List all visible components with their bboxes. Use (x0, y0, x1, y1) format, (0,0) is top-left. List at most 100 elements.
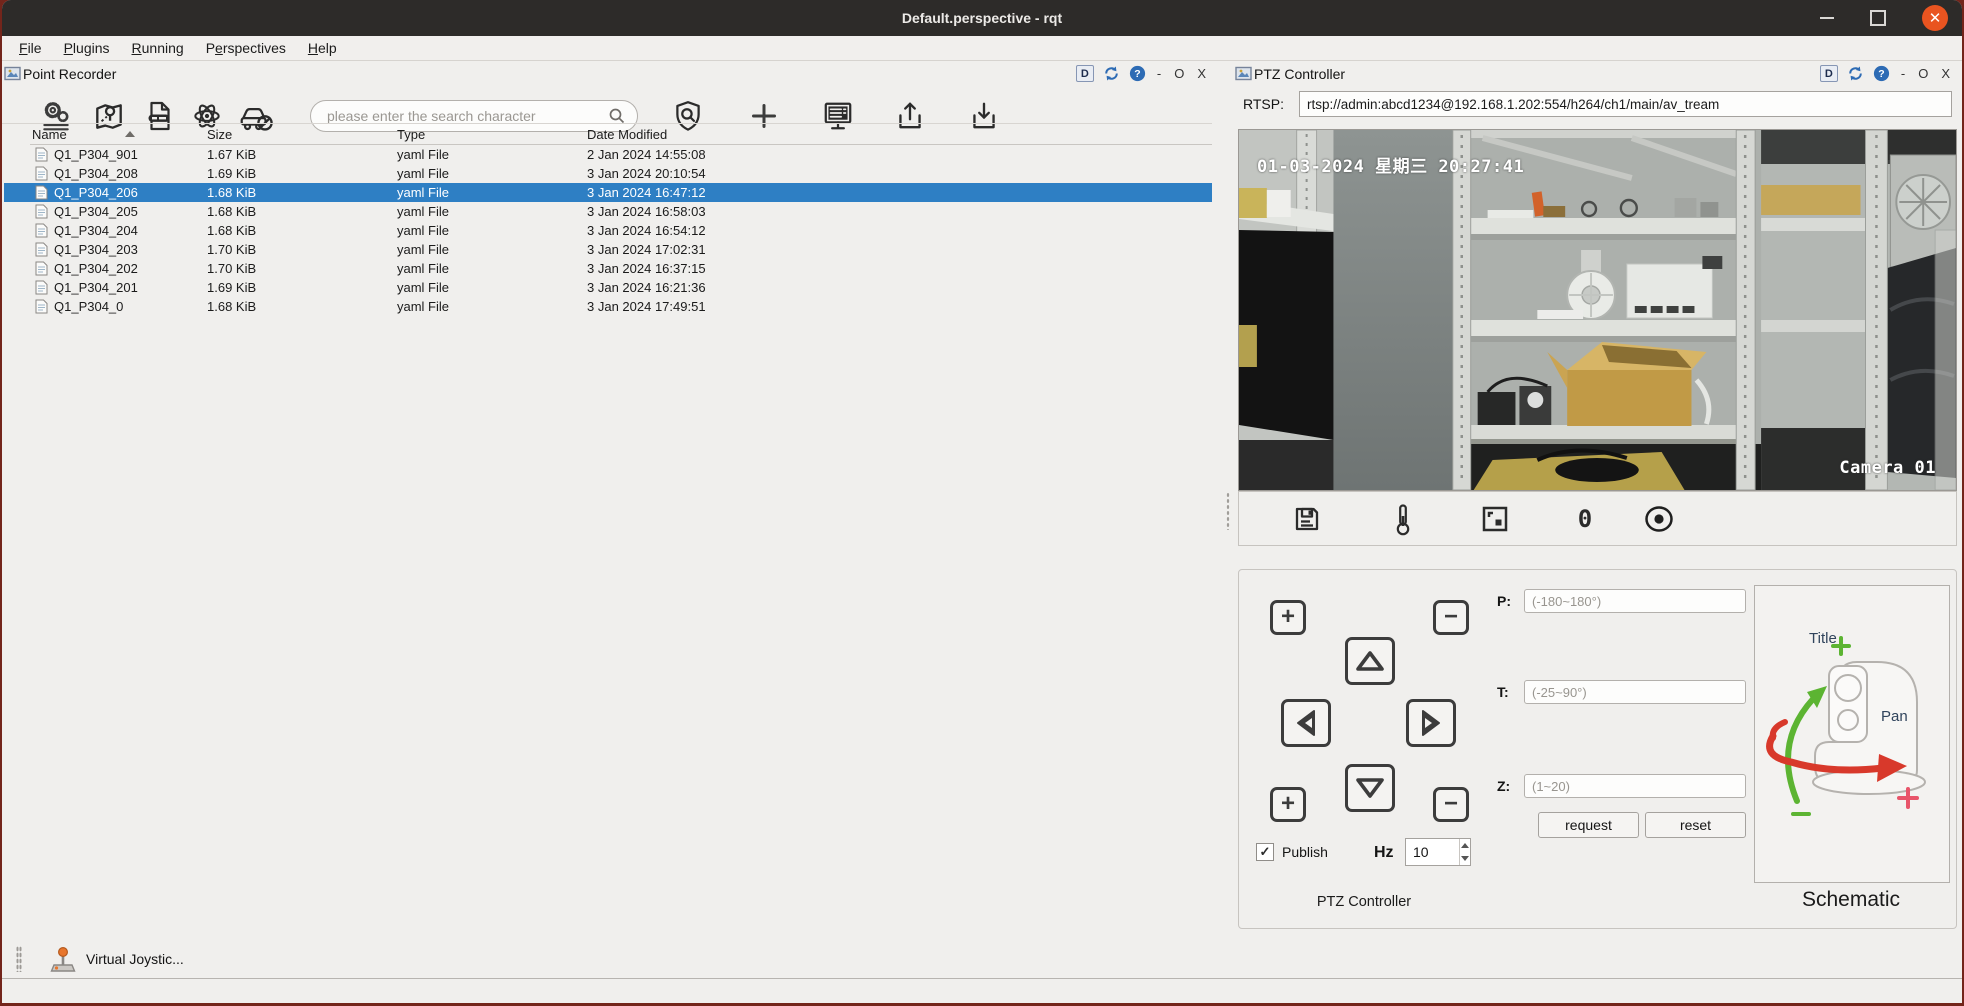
hz-spinbox[interactable] (1405, 838, 1471, 866)
table-row[interactable]: Q1_P304_203 1.70 KiB yaml File 3 Jan 202… (30, 240, 1212, 259)
publish-checkbox[interactable]: ✓ (1256, 843, 1274, 861)
group-caption: PTZ Controller (1316, 894, 1412, 910)
file-modified: 3 Jan 2024 16:54:12 (587, 223, 706, 238)
menu-item-plugins[interactable]: Plugins (53, 38, 121, 58)
save-snapshot-icon[interactable] (1287, 499, 1327, 539)
dock-minimize-button[interactable]: - (1899, 66, 1907, 81)
file-size: 1.69 KiB (207, 280, 257, 295)
menu-item-perspectives[interactable]: Perspectives (195, 38, 297, 58)
table-row[interactable]: Q1_P304_206 1.68 KiB yaml File 3 Jan 202… (30, 183, 1212, 202)
file-name: Q1_P304_204 (54, 223, 138, 238)
pan-left-button[interactable] (1281, 699, 1331, 747)
reload-icon[interactable] (1847, 65, 1864, 82)
reload-icon[interactable] (1103, 65, 1120, 82)
tilt-down-button[interactable] (1345, 764, 1395, 812)
hz-spin-up[interactable] (1460, 839, 1470, 852)
dock-d-icon[interactable]: D (1075, 65, 1094, 82)
hz-spin-down[interactable] (1460, 852, 1470, 865)
file-name: Q1_P304_205 (54, 204, 138, 219)
file-modified: 3 Jan 2024 16:58:03 (587, 204, 706, 219)
file-size: 1.70 KiB (207, 242, 257, 257)
tilt-field[interactable] (1524, 680, 1746, 704)
dock-close-button[interactable]: X (1939, 66, 1952, 81)
publish-label: Publish (1282, 844, 1328, 860)
maximize-button[interactable] (1870, 10, 1886, 26)
rqt-window: Default.perspective - rqt ✕ File Plugins R… (2, 0, 1962, 1003)
joystick-label: Virtual Joystic... (86, 951, 184, 967)
thermometer-icon[interactable] (1383, 499, 1423, 539)
menu-bar: File Plugins Running Perspectives Help (2, 36, 1962, 61)
pan-right-button[interactable] (1406, 699, 1456, 747)
rtsp-input[interactable] (1299, 91, 1952, 117)
file-size: 1.68 KiB (207, 185, 257, 200)
record-icon[interactable] (1639, 499, 1679, 539)
table-row[interactable]: Q1_P304_0 1.68 KiB yaml File 3 Jan 2024 … (30, 297, 1212, 316)
menu-item-help[interactable]: Help (297, 38, 348, 58)
svg-text:?: ? (1134, 68, 1140, 80)
table-body: Q1_P304_901 1.67 KiB yaml File 2 Jan 202… (30, 145, 1212, 316)
pan-field[interactable] (1524, 589, 1746, 613)
ptz-control-group: + − + − ✓ Publish Hz 10 P: (-180~180°) T… (1238, 569, 1957, 929)
video-camera-label: Camera 01 (1839, 458, 1936, 478)
title-bar: Default.perspective - rqt ✕ (2, 0, 1962, 36)
table-row[interactable]: Q1_P304_208 1.69 KiB yaml File 3 Jan 202… (30, 164, 1212, 183)
hz-input[interactable] (1406, 839, 1459, 865)
table-row[interactable]: Q1_P304_201 1.69 KiB yaml File 3 Jan 202… (30, 278, 1212, 297)
column-header-size[interactable]: Size (207, 127, 397, 142)
file-type: yaml File (397, 223, 450, 238)
yaml-file-row-icon (35, 147, 48, 162)
file-name: Q1_P304_203 (54, 242, 138, 257)
video-toolbar: 0 (1238, 491, 1957, 546)
focus-in-button[interactable]: + (1270, 787, 1306, 822)
dock-close-button[interactable]: X (1195, 66, 1208, 81)
focus-out-button[interactable]: − (1433, 787, 1469, 822)
column-header-name[interactable]: Name (30, 127, 207, 142)
dock-minimize-button[interactable]: - (1155, 66, 1163, 81)
dock-splitter[interactable] (1223, 62, 1233, 937)
zoom-in-left-button[interactable]: + (1270, 600, 1306, 635)
zoom-field-label: Z: (1497, 778, 1511, 794)
table-row[interactable]: Q1_P304_202 1.70 KiB yaml File 3 Jan 202… (30, 259, 1212, 278)
table-row[interactable]: Q1_P304_204 1.68 KiB yaml File 3 Jan 202… (30, 221, 1212, 240)
file-size: 1.68 KiB (207, 204, 257, 219)
dock-float-button[interactable]: O (1916, 66, 1930, 81)
yaml-file-row-icon (35, 166, 48, 181)
file-table: Name Size Type Date Modified Q1_P304_901… (30, 124, 1212, 316)
tilt-up-button[interactable] (1345, 637, 1395, 685)
request-button[interactable]: request (1538, 812, 1639, 838)
virtual-joystick-item[interactable]: Virtual Joystic... (48, 944, 184, 974)
pan-field-label: P: (1497, 593, 1511, 609)
yaml-file-row-icon (35, 299, 48, 314)
yaml-file-row-icon (35, 242, 48, 257)
file-type: yaml File (397, 242, 450, 257)
dock-d-icon[interactable]: D (1819, 65, 1838, 82)
svg-text:?: ? (1878, 68, 1884, 80)
zoom-out-right-button[interactable]: − (1433, 600, 1469, 635)
schematic-box: Title Pan (1754, 585, 1950, 883)
table-row[interactable]: Q1_P304_901 1.67 KiB yaml File 2 Jan 202… (30, 145, 1212, 164)
column-header-modified[interactable]: Date Modified (587, 127, 1212, 142)
ptz-controller-panel: PTZ Controller D ? - O X RTSP: rtsp://ad… (1233, 62, 1962, 937)
file-type: yaml File (397, 166, 450, 181)
column-header-type[interactable]: Type (397, 127, 587, 142)
close-button[interactable]: ✕ (1922, 5, 1948, 31)
minimize-button[interactable] (1820, 17, 1834, 19)
zoom-field[interactable] (1524, 774, 1746, 798)
table-row[interactable]: Q1_P304_205 1.68 KiB yaml File 3 Jan 202… (30, 202, 1212, 221)
dock-float-button[interactable]: O (1172, 66, 1186, 81)
statusbar-grip[interactable] (16, 946, 22, 972)
file-type: yaml File (397, 204, 450, 219)
help-icon[interactable]: ? (1129, 65, 1146, 82)
reset-button[interactable]: reset (1645, 812, 1746, 838)
menu-item-file[interactable]: File (8, 38, 53, 58)
file-modified: 3 Jan 2024 17:49:51 (587, 299, 706, 314)
help-icon[interactable]: ? (1873, 65, 1890, 82)
joystick-icon (50, 946, 76, 972)
panel-title: PTZ Controller (1254, 65, 1346, 82)
menu-item-running[interactable]: Running (121, 38, 195, 58)
hz-label: Hz (1374, 844, 1394, 861)
fullscreen-icon[interactable] (1475, 499, 1515, 539)
file-size: 1.68 KiB (207, 223, 257, 238)
camera-scene (1239, 130, 1956, 490)
file-name: Q1_P304_901 (54, 147, 138, 162)
